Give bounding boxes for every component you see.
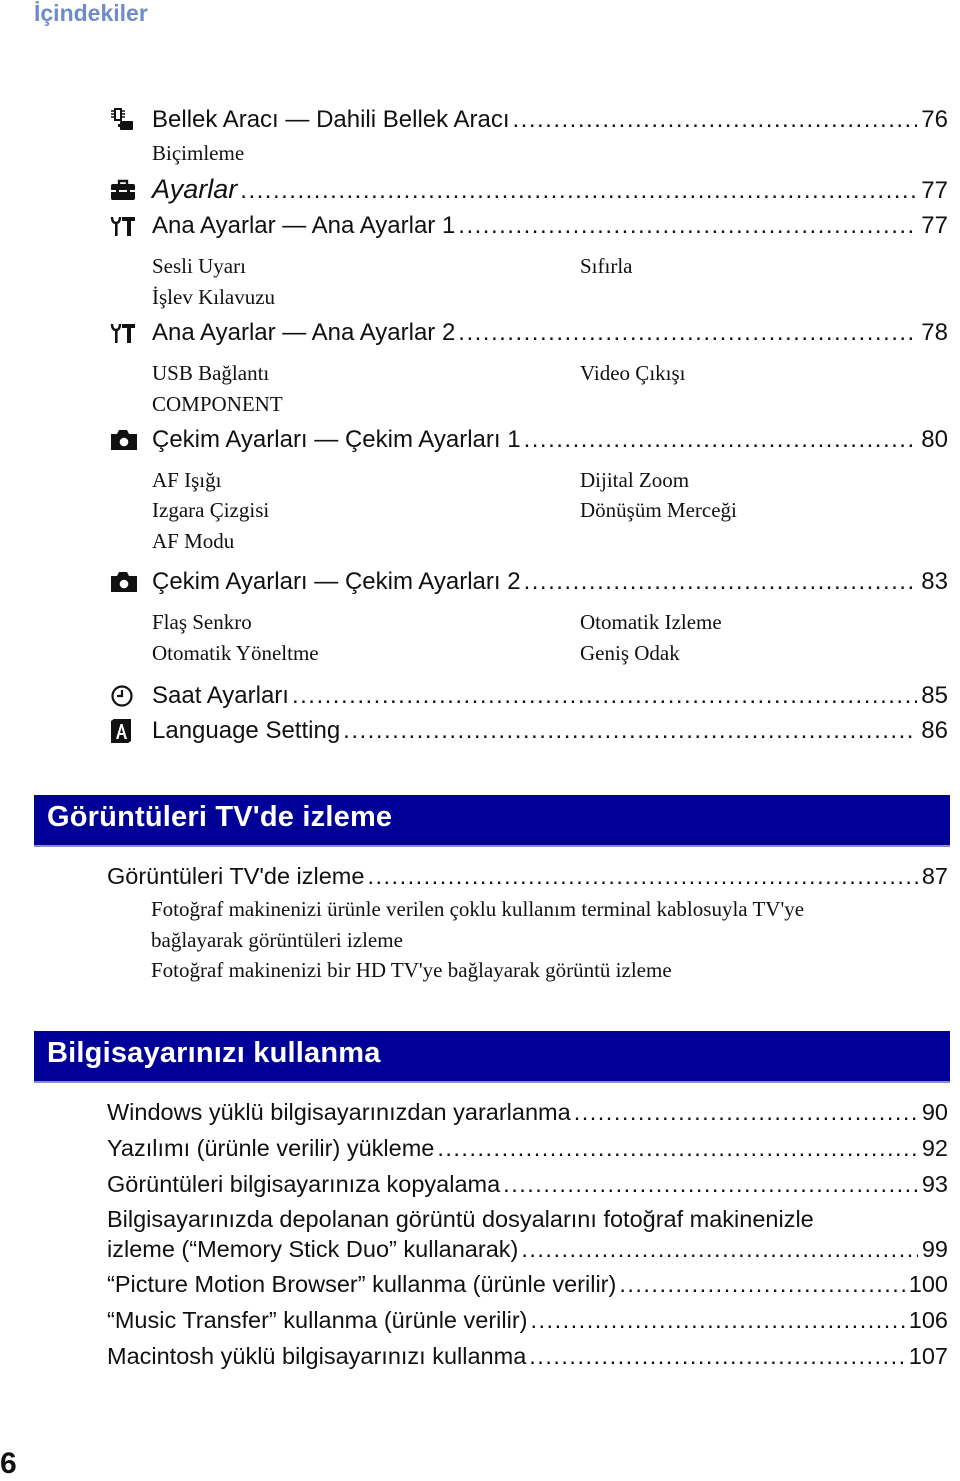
toc-description: Fotoğraf makinenizi bir HD TV'ye bağlaya…: [151, 958, 672, 982]
toc-subitem[interactable]: Sıfırla: [580, 254, 633, 279]
language-icon: [110, 718, 152, 744]
toc-entry-page: 92: [921, 1135, 948, 1161]
toc-entry-picture-motion-browser[interactable]: “Picture Motion Browser” kullanma (ürünl…: [107, 1271, 948, 1298]
toc-entry-page: 87: [921, 863, 948, 889]
toc-entry-page: 78: [921, 319, 948, 346]
toc-entry-page: 93: [921, 1171, 948, 1197]
toc-entry-settings[interactable]: Ayarlar 77: [110, 174, 948, 205]
leader-dots: [512, 106, 917, 134]
leader-dots: [574, 1099, 918, 1126]
toc-entry-page: 99: [921, 1236, 948, 1262]
toc-entry-label-line1[interactable]: Bilgisayarınızda depolanan görüntü dosya…: [107, 1206, 814, 1233]
toc-entry-page: 100: [908, 1271, 948, 1297]
leader-dots: [458, 212, 917, 240]
toc-entry-label: Çekim Ayarları — Çekim Ayarları 2: [152, 568, 521, 595]
leader-dots: [531, 1307, 905, 1334]
leader-dots: [343, 717, 917, 745]
toc-entry-language-setting[interactable]: Language Setting 86: [110, 717, 948, 745]
toc-entry-install-software[interactable]: Yazılımı (ürünle verilir) yükleme 92: [107, 1135, 948, 1162]
page-title: İçindekiler: [34, 0, 148, 26]
page-number: 6: [0, 1447, 17, 1480]
toc-subitem[interactable]: Biçimleme: [152, 141, 244, 166]
section-heading-text: Görüntüleri TV'de izleme: [47, 801, 393, 833]
toc-entry-shooting-settings-2[interactable]: Çekim Ayarları — Çekim Ayarları 2 83: [110, 568, 948, 596]
toc-entry-windows[interactable]: Windows yüklü bilgisayarınızdan yararlan…: [107, 1099, 948, 1126]
toc-entry-page: 76: [921, 106, 948, 133]
toc-entry-page: 77: [921, 212, 948, 239]
toc-subitem[interactable]: AF Işığı: [152, 468, 221, 493]
toc-entry-page: 106: [908, 1307, 948, 1333]
toc-entry-page: 83: [921, 568, 948, 595]
leader-dots: [437, 1135, 918, 1162]
toc-entry-main-settings-1[interactable]: Ana Ayarlar — Ana Ayarlar 1 77: [110, 212, 948, 240]
toc-subitem[interactable]: Dönüşüm Merceği: [580, 498, 737, 523]
toc-entry-label: izleme (“Memory Stick Duo” kullanarak): [107, 1236, 519, 1262]
toc-entry-memory-stick-view[interactable]: izleme (“Memory Stick Duo” kullanarak) 9…: [107, 1236, 948, 1263]
toc-entry-label: Ana Ayarlar — Ana Ayarlar 1: [152, 212, 456, 239]
tools-icon: [110, 322, 152, 344]
toc-subitem[interactable]: AF Modu: [152, 529, 234, 554]
toc-entry-label: Ana Ayarlar — Ana Ayarlar 2: [152, 319, 456, 346]
toc-entry-label: Çekim Ayarları — Çekim Ayarları 1: [152, 426, 521, 453]
section-heading-text: Bilgisayarınızı kullanma: [47, 1037, 381, 1069]
toc-entry-page: 85: [921, 682, 948, 709]
leader-dots: [240, 177, 917, 205]
toc-entry-shooting-settings-1[interactable]: Çekim Ayarları — Çekim Ayarları 1 80: [110, 426, 948, 454]
toc-entry-label: Windows yüklü bilgisayarınızdan yararlan…: [107, 1099, 571, 1125]
clock-icon: [110, 684, 152, 708]
toc-entry-page: 86: [921, 717, 948, 744]
toc-entry-macintosh[interactable]: Macintosh yüklü bilgisayarınızı kullanma…: [107, 1343, 948, 1370]
toc-entry-page: 107: [908, 1343, 948, 1369]
toc-entry-label: Language Setting: [152, 717, 341, 744]
leader-dots: [521, 1236, 918, 1263]
camera-icon: [110, 429, 152, 451]
toc-subitem[interactable]: COMPONENT: [152, 392, 283, 417]
section-heading-tv: Görüntüleri TV'de izleme: [34, 795, 950, 847]
toc-entry-label: Görüntüleri bilgisayarınıza kopyalama: [107, 1171, 501, 1197]
tools-icon: [110, 215, 152, 237]
toc-entry-clock-settings[interactable]: Saat Ayarları 85: [110, 682, 948, 710]
leader-dots: [367, 863, 917, 890]
memory-tool-icon: [110, 107, 152, 133]
toc-entry-label: Bellek Aracı — Dahili Bellek Aracı: [152, 106, 510, 133]
toc-subitem[interactable]: Sesli Uyarı: [152, 254, 246, 279]
toc-entry-page: 80: [921, 426, 948, 453]
toc-subitem[interactable]: Otomatik Yöneltme: [152, 641, 319, 666]
toc-subitem[interactable]: Geniş Odak: [580, 641, 680, 666]
camera-icon: [110, 571, 152, 593]
leader-dots: [503, 1171, 918, 1198]
toc-description: Fotoğraf makinenizi ürünle verilen çoklu…: [151, 897, 805, 921]
toc-entry-page: 77: [921, 177, 948, 204]
toc-entry-label: Ayarlar: [152, 174, 238, 204]
toc-entry-copy-images[interactable]: Görüntüleri bilgisayarınıza kopyalama 93: [107, 1171, 948, 1198]
leader-dots: [458, 319, 917, 347]
toc-entry-label: Görüntüleri TV'de izleme: [107, 863, 365, 889]
toc-entry-label: Yazılımı (ürünle verilir) yükleme: [107, 1135, 435, 1161]
toc-subitem[interactable]: Video Çıkışı: [580, 361, 686, 386]
toc-entry-memory-tool[interactable]: Bellek Aracı — Dahili Bellek Aracı 76: [110, 106, 948, 134]
toc-subitem[interactable]: Dijital Zoom: [580, 468, 689, 493]
toc-entry-music-transfer[interactable]: “Music Transfer” kullanma (ürünle verili…: [107, 1307, 948, 1334]
toc-subitem[interactable]: USB Bağlantı: [152, 361, 269, 386]
section-heading-pc: Bilgisayarınızı kullanma: [34, 1031, 950, 1083]
leader-dots: [529, 1343, 905, 1370]
toc-subitem[interactable]: İşlev Kılavuzu: [152, 285, 275, 310]
toc-entry-label: Macintosh yüklü bilgisayarınızı kullanma: [107, 1343, 527, 1369]
toc-entry-page: 90: [921, 1099, 948, 1125]
toolbox-icon: [110, 179, 152, 201]
toc-subitem[interactable]: Otomatik Izleme: [580, 610, 722, 635]
toc-description: bağlayarak görüntüleri izleme: [151, 928, 403, 952]
toc-entry-main-settings-2[interactable]: Ana Ayarlar — Ana Ayarlar 2 78: [110, 319, 948, 347]
toc-entry-label: “Picture Motion Browser” kullanma (ürünl…: [107, 1271, 617, 1297]
leader-dots: [619, 1271, 904, 1298]
leader-dots: [292, 682, 917, 710]
leader-dots: [524, 426, 918, 454]
toc-subitem[interactable]: Izgara Çizgisi: [152, 498, 269, 523]
toc-entry-label: Saat Ayarları: [152, 682, 289, 709]
toc-subitem[interactable]: Flaş Senkro: [152, 610, 252, 635]
toc-entry-label: “Music Transfer” kullanma (ürünle verili…: [107, 1307, 528, 1333]
leader-dots: [524, 568, 918, 596]
toc-entry-tv-viewing[interactable]: Görüntüleri TV'de izleme 87: [107, 863, 948, 890]
